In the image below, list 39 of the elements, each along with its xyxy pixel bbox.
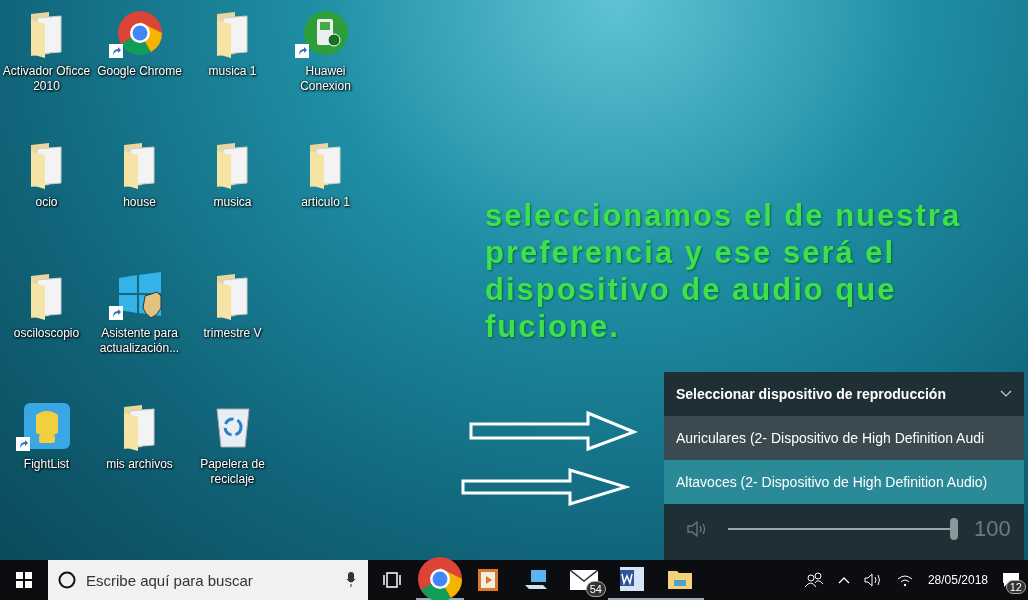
task-view-icon[interactable] xyxy=(383,572,401,588)
icon-label[interactable]: Huawei Conexion xyxy=(279,64,372,94)
icon-label[interactable]: articulo 1 xyxy=(301,195,350,210)
icon-label[interactable]: house xyxy=(123,195,156,210)
wifi-icon[interactable] xyxy=(895,573,914,587)
unread-count-badge: 54 xyxy=(585,581,606,597)
word-icon[interactable] xyxy=(620,567,644,591)
flyout-header[interactable]: Seleccionar dispositivo de reproducción xyxy=(664,372,1024,416)
icon-label[interactable]: musica 1 xyxy=(208,64,257,79)
flyout-title: Seleccionar dispositivo de reproducción xyxy=(676,386,946,402)
volume-reading: 100 xyxy=(974,516,1012,542)
taskbar-button[interactable]: 54 xyxy=(560,560,608,600)
icon-label[interactable]: trimestre V xyxy=(203,326,262,341)
computer-icon[interactable] xyxy=(523,569,549,591)
notification-count: 12 xyxy=(1005,580,1026,594)
cortana-circle-icon[interactable] xyxy=(58,571,76,589)
icon-label[interactable]: osciloscopio xyxy=(13,326,80,341)
chevron-down-icon[interactable] xyxy=(1000,390,1012,398)
speaker-icon[interactable] xyxy=(863,573,882,587)
icon-label[interactable]: musica xyxy=(213,195,252,210)
icon-label[interactable]: ocio xyxy=(35,195,58,210)
device-option[interactable]: Auriculares (2- Dispositivo de High Definition Audi xyxy=(664,416,1024,460)
microphone-icon[interactable] xyxy=(346,572,356,588)
device-option[interactable]: Altavoces (2- Dispositivo de High Definition Audio) xyxy=(664,460,1024,504)
icon-label[interactable]: Papelera de reciclaje xyxy=(186,457,279,487)
annotation-text: seleccionamos el de nuestra preferencia y ese será el dispositivo de audio que fucione. xyxy=(485,197,963,345)
folder-icon[interactable] xyxy=(668,569,692,589)
icon-label[interactable]: FightList xyxy=(23,457,70,472)
windows-start-icon[interactable] xyxy=(16,572,32,588)
chevron-up-icon[interactable] xyxy=(837,576,850,584)
icon-label[interactable]: Google Chrome xyxy=(97,64,182,79)
icon-label[interactable]: Asistente para actualización... xyxy=(93,326,186,356)
search-field[interactable]: Escribe aquí para buscar xyxy=(48,560,368,600)
icon-label[interactable]: mis archivos xyxy=(106,457,173,472)
taskbar-date[interactable]: 28/05/2018 xyxy=(927,573,988,587)
slider-thumb[interactable] xyxy=(950,518,958,540)
icon-label[interactable]: Activador Oficce 2010 xyxy=(0,64,93,94)
search-placeholder: Escribe aquí para buscar xyxy=(86,571,254,589)
people-icon[interactable] xyxy=(803,572,824,588)
